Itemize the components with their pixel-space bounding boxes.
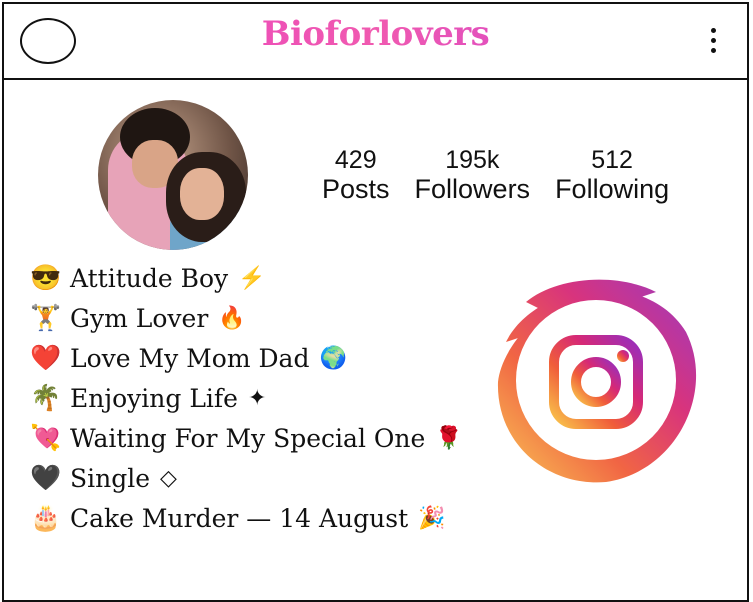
bio-line: 🎂 Cake Murder — 14 August 🎉 [30, 498, 463, 538]
bio-line: ❤️ Love My Mom Dad 🌍 [30, 338, 463, 378]
stat-followers-number: 195k [445, 146, 500, 174]
bio-text: Love My Mom Dad [70, 343, 310, 373]
more-vertical-icon[interactable] [711, 28, 717, 58]
stat-posts-number: 429 [334, 146, 377, 174]
bio-line: 💘 Waiting For My Special One 🌹 [30, 418, 463, 458]
bio-line: 🏋 Gym Lover 🔥 [30, 298, 463, 338]
fire-emoji-icon: 🔥 [218, 305, 246, 331]
bio-line: 😎 Attitude Boy ⚡ [30, 258, 463, 298]
diamond-outline-icon: ◇ [160, 465, 177, 491]
heart-emoji-icon: ❤️ [30, 343, 62, 372]
bio-text: Gym Lover [70, 303, 209, 333]
top-bar: Bioforlovers [4, 4, 747, 80]
stat-followers[interactable]: 195k Followers [415, 146, 531, 204]
cake-emoji-icon: 🎂 [30, 503, 62, 532]
stat-following-label: Following [555, 174, 670, 204]
bio-text: Cake Murder — 14 August [70, 503, 409, 533]
globe-emoji-icon: 🌍 [319, 345, 347, 371]
lightning-emoji-icon: ⚡ [238, 265, 266, 291]
party-popper-emoji-icon: 🎉 [418, 505, 446, 531]
heart-arrow-emoji-icon: 💘 [30, 423, 62, 452]
bio-text: Waiting For My Special One [70, 423, 426, 453]
black-heart-emoji-icon: 🖤 [30, 463, 62, 492]
sparkle-icon: ✦ [247, 385, 267, 411]
sunglasses-emoji-icon: 😎 [30, 263, 62, 292]
palm-tree-emoji-icon: 🌴 [30, 383, 62, 412]
bio-text: Single [70, 463, 151, 493]
bio-text: Attitude Boy [70, 263, 229, 293]
weightlifter-emoji-icon: 🏋 [30, 303, 62, 332]
stat-following-number: 512 [591, 146, 633, 174]
bio-line: 🖤 Single ◇ [30, 458, 463, 498]
bio-list: 😎 Attitude Boy ⚡ 🏋 Gym Lover 🔥 ❤️ Love M… [30, 258, 463, 538]
stat-posts-label: Posts [322, 174, 390, 204]
rose-emoji-icon: 🌹 [435, 425, 463, 451]
bio-line: 🌴 Enjoying Life ✦ [30, 378, 463, 418]
stat-posts[interactable]: 429 Posts [322, 146, 390, 204]
stat-following[interactable]: 512 Following [555, 146, 669, 204]
bio-text: Enjoying Life [70, 383, 238, 413]
brand-title: Bioforlovers [4, 14, 747, 54]
instagram-logo-icon [486, 272, 702, 488]
stat-followers-label: Followers [414, 174, 531, 204]
avatar[interactable] [98, 100, 248, 250]
profile-stats: 429 Posts 195k Followers 512 Following [322, 146, 694, 204]
